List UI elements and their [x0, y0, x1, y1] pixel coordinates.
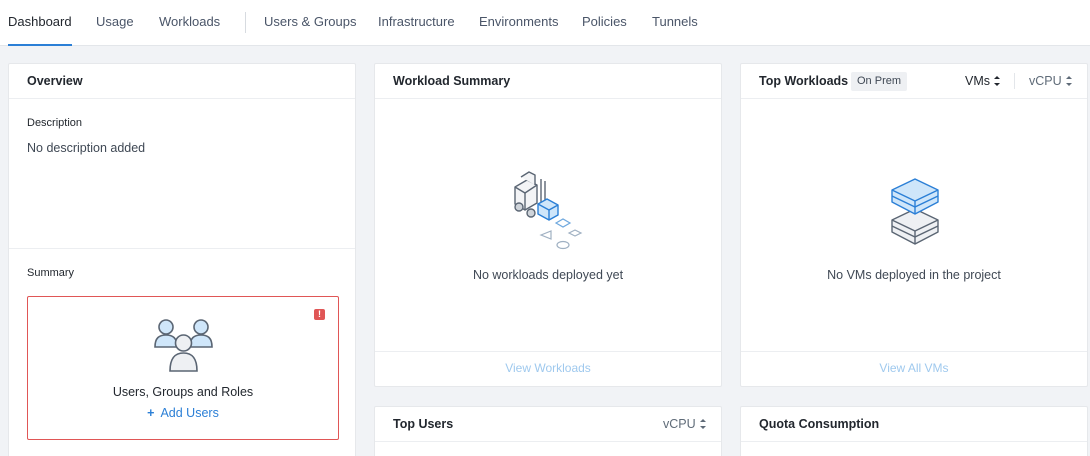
workload-summary-header: Workload Summary	[375, 64, 721, 99]
top-workloads-header: Top Workloads On Prem VMs vCPU	[741, 64, 1087, 99]
top-users-card: Top Users vCPU	[374, 406, 722, 456]
tab-environments[interactable]: Environments	[479, 0, 558, 46]
plus-icon: +	[147, 406, 155, 420]
add-users-label: Add Users	[160, 406, 219, 420]
quota-title: Quota Consumption	[759, 417, 880, 431]
view-all-vms-link[interactable]: View All VMs	[741, 351, 1087, 386]
add-users-link[interactable]: + Add Users	[28, 406, 338, 420]
forklift-icon	[514, 171, 583, 250]
overview-header: Overview	[9, 64, 355, 99]
tab-dashboard[interactable]: Dashboard	[8, 0, 72, 46]
view-workloads-link[interactable]: View Workloads	[375, 351, 721, 386]
sort-vcpu-label: vCPU	[1029, 74, 1062, 88]
top-workloads-title: Top Workloads	[759, 74, 849, 88]
header-divider	[1014, 73, 1015, 89]
vms-empty-message: No VMs deployed in the project	[827, 268, 1001, 282]
tab-workloads[interactable]: Workloads	[159, 0, 220, 46]
overview-divider	[9, 248, 355, 249]
users-icon	[154, 319, 213, 372]
sort-vms-label: VMs	[965, 74, 990, 88]
alert-icon: !	[314, 309, 325, 320]
quota-header: Quota Consumption	[741, 407, 1087, 442]
top-users-title: Top Users	[393, 417, 454, 431]
sort-arrows-icon	[1065, 75, 1072, 86]
tab-policies[interactable]: Policies	[582, 0, 627, 46]
top-users-header: Top Users vCPU	[375, 407, 721, 442]
top-users-sort-label: vCPU	[663, 417, 696, 431]
tab-users-groups[interactable]: Users & Groups	[264, 0, 356, 46]
description-label: Description	[27, 117, 83, 129]
overview-card: Overview Description No description adde…	[8, 63, 356, 456]
nav-divider	[245, 12, 246, 33]
users-groups-roles-label: Users, Groups and Roles	[112, 385, 254, 399]
users-groups-roles-card[interactable]: ! Users, Groups and Roles + Add Users	[27, 296, 339, 440]
top-users-sort-dropdown[interactable]: vCPU	[663, 417, 706, 431]
summary-label: Summary	[27, 267, 75, 279]
sort-arrows-icon	[994, 75, 1000, 86]
workload-summary-card: Workload Summary No workloads deployed y…	[374, 63, 722, 387]
sort-arrows-icon	[699, 418, 706, 429]
top-nav: Dashboard Usage Workloads Users & Groups…	[0, 0, 1090, 46]
sort-vcpu-dropdown[interactable]: vCPU	[1029, 74, 1072, 88]
workloads-empty-message: No workloads deployed yet	[472, 268, 624, 282]
tab-infrastructure[interactable]: Infrastructure	[378, 0, 455, 46]
on-prem-badge: On Prem	[851, 72, 908, 91]
description-value: No description added	[27, 141, 146, 155]
workload-summary-title: Workload Summary	[393, 74, 511, 88]
tab-usage[interactable]: Usage	[96, 0, 134, 46]
sort-vms-dropdown[interactable]: VMs	[965, 74, 1000, 88]
vm-stack-icon	[891, 178, 939, 245]
overview-title: Overview	[27, 74, 83, 88]
top-workloads-card: Top Workloads On Prem VMs vCPU No VMs de…	[740, 63, 1088, 387]
quota-consumption-card: Quota Consumption	[740, 406, 1088, 456]
tab-tunnels[interactable]: Tunnels	[652, 0, 698, 46]
